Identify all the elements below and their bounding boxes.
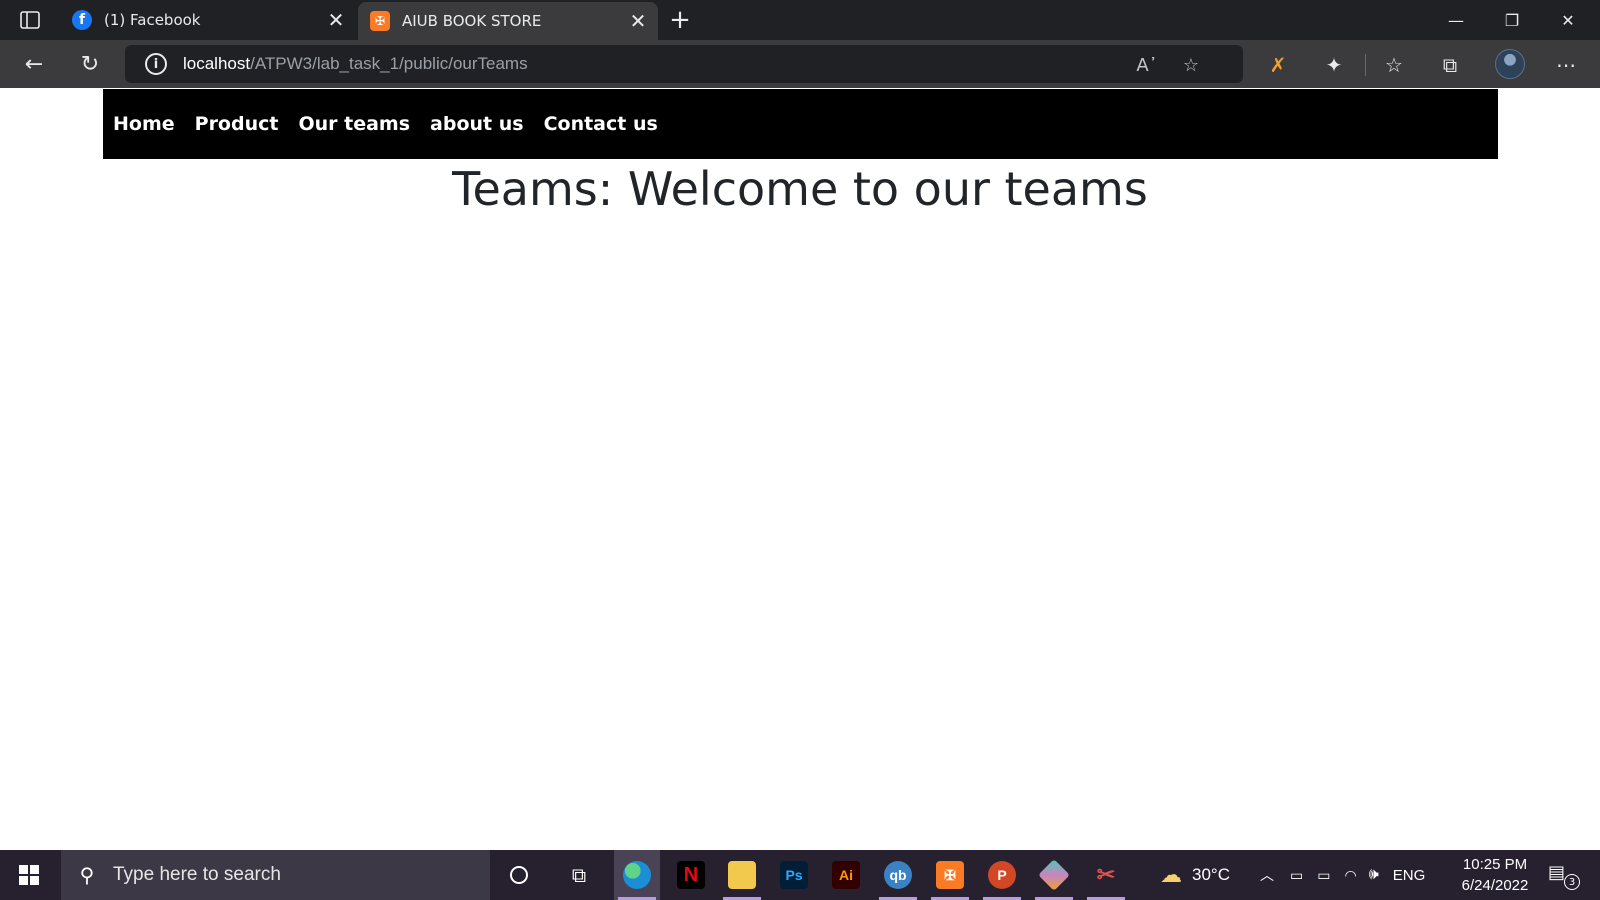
nav-contact-us-link[interactable]: Contact us	[544, 113, 658, 135]
file-explorer-icon	[728, 861, 756, 889]
show-hidden-icons-icon[interactable]: ︿	[1260, 865, 1274, 885]
volume-icon[interactable]: 🕪	[1369, 866, 1379, 884]
input-language[interactable]: ENG	[1393, 867, 1426, 884]
battery-icon[interactable]: ▭	[1317, 867, 1330, 884]
restore-button[interactable]: ❐	[1484, 0, 1540, 40]
start-button[interactable]	[0, 850, 58, 900]
web-page: Home Product Our teams about us Contact …	[0, 88, 1600, 850]
toolbar-divider	[1365, 54, 1366, 76]
nav-home-link[interactable]: Home	[113, 113, 175, 135]
site-info-icon[interactable]: i	[145, 53, 167, 75]
tab-title: (1) Facebook	[104, 11, 201, 29]
notification-center-button[interactable]: ▤ 3	[1548, 862, 1580, 890]
tools-extension-icon[interactable]: ✗	[1264, 52, 1292, 78]
wifi-icon[interactable]: ◠	[1344, 867, 1356, 884]
meet-now-icon[interactable]: ▭	[1290, 867, 1303, 884]
favorites-icon[interactable]: ☆	[1380, 52, 1408, 78]
close-tab-icon[interactable]: ✕	[322, 6, 350, 34]
netflix-icon: N	[677, 861, 705, 889]
weather-temperature: 30°C	[1192, 865, 1230, 884]
profile-avatar[interactable]	[1495, 49, 1525, 79]
new-tab-button[interactable]: +	[666, 5, 694, 35]
tab-aiub-book-store[interactable]: ✠ AIUB BOOK STORE ✕	[358, 2, 658, 40]
windows-logo-icon	[19, 865, 39, 885]
add-favorite-icon[interactable]: ☆	[1179, 53, 1203, 77]
url-text[interactable]: localhost/ATPW3/lab_task_1/public/ourTea…	[183, 54, 528, 74]
back-button[interactable]: ←	[16, 48, 52, 80]
taskbar-qbittorrent[interactable]: qb	[875, 854, 921, 900]
taskbar-clock[interactable]: 10:25 PM 6/24/2022	[1450, 854, 1540, 896]
cloudy-weather-icon: ☁	[1160, 862, 1182, 887]
minimize-button[interactable]: —	[1428, 0, 1484, 40]
xampp-icon: ✠	[370, 11, 390, 31]
illustrator-icon: Ai	[832, 861, 860, 889]
windows-taskbar: ⚲ Type here to search ⧉ N Ps Ai qb ✠ P ✂	[0, 850, 1600, 900]
nav-about-us-link[interactable]: about us	[430, 113, 524, 135]
tab-facebook[interactable]: f (1) Facebook ✕	[60, 0, 356, 40]
taskbar-netflix[interactable]: N	[668, 854, 714, 896]
site-navbar: Home Product Our teams about us Contact …	[103, 89, 1498, 159]
extensions-icon[interactable]: ✦	[1320, 52, 1348, 78]
task-view-icon: ⧉	[571, 863, 587, 887]
address-bar[interactable]: i localhost/ATPW3/lab_task_1/public/ourT…	[125, 45, 1243, 83]
more-options-icon[interactable]: ⋯	[1552, 52, 1580, 78]
taskbar-git[interactable]	[1031, 854, 1077, 900]
collections-icon[interactable]: ⧉	[1436, 52, 1464, 78]
facebook-icon: f	[72, 10, 92, 30]
taskbar-powerpoint[interactable]: P	[979, 854, 1025, 900]
snipping-tool-icon: ✂	[1096, 862, 1116, 887]
taskbar-snipping-tool[interactable]: ✂	[1083, 854, 1129, 900]
browser-tab-bar: f (1) Facebook ✕ ✠ AIUB BOOK STORE ✕ + —…	[0, 0, 1600, 40]
page-title: Teams: Welcome to our teams	[452, 162, 1148, 216]
close-tab-icon[interactable]: ✕	[624, 7, 652, 35]
taskbar-search-box[interactable]: ⚲ Type here to search	[61, 850, 490, 900]
xampp-icon: ✠	[936, 861, 964, 889]
taskbar-file-explorer[interactable]	[719, 854, 765, 900]
git-icon	[1038, 859, 1070, 891]
powerpoint-icon: P	[988, 861, 1016, 889]
edge-icon	[623, 861, 651, 889]
system-tray: ︿ ▭ ▭ ◠ 🕪 ENG	[1260, 850, 1425, 900]
close-window-button[interactable]: ✕	[1540, 0, 1596, 40]
weather-widget[interactable]: ☁ 30°C	[1160, 850, 1230, 900]
cortana-icon	[510, 866, 528, 884]
photoshop-icon: Ps	[780, 861, 808, 889]
browser-toolbar: ← ↻ i localhost/ATPW3/lab_task_1/public/…	[0, 40, 1600, 88]
task-view-button[interactable]: ⧉	[556, 854, 602, 896]
nav-product-link[interactable]: Product	[195, 113, 279, 135]
taskbar-photoshop[interactable]: Ps	[771, 854, 817, 896]
clock-date: 6/24/2022	[1461, 877, 1529, 894]
tab-actions-icon	[20, 11, 40, 29]
notification-icon: ▤	[1548, 862, 1566, 883]
tab-title: AIUB BOOK STORE	[402, 12, 542, 30]
nav-our-teams-link[interactable]: Our teams	[298, 113, 410, 135]
search-placeholder: Type here to search	[113, 864, 281, 885]
taskbar-illustrator[interactable]: Ai	[823, 854, 869, 896]
qbittorrent-icon: qb	[884, 861, 912, 889]
read-aloud-icon[interactable]: A᾽	[1135, 53, 1159, 77]
clock-time: 10:25 PM	[1462, 856, 1528, 873]
cortana-button[interactable]	[496, 854, 542, 896]
tab-actions-button[interactable]	[12, 8, 48, 32]
search-icon: ⚲	[79, 863, 95, 887]
refresh-button[interactable]: ↻	[72, 48, 108, 80]
notification-count-badge: 3	[1564, 874, 1580, 890]
taskbar-xampp[interactable]: ✠	[927, 854, 973, 900]
taskbar-edge[interactable]	[614, 850, 660, 900]
